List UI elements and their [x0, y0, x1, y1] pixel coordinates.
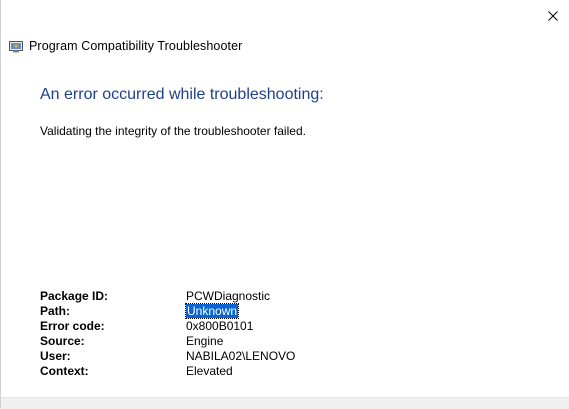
- detail-label: User:: [40, 349, 71, 363]
- detail-row-source: Source: Engine: [40, 334, 295, 349]
- detail-value[interactable]: PCWDiagnostic: [186, 289, 295, 304]
- title-bar: Program Compatibility Troubleshooter: [9, 37, 242, 55]
- detail-label: Source:: [40, 334, 85, 348]
- troubleshooter-icon: [9, 41, 23, 53]
- footer-bar: [1, 397, 569, 409]
- detail-value[interactable]: NABILA02\LENOVO: [186, 349, 295, 364]
- close-button[interactable]: [537, 2, 569, 30]
- detail-label: Context:: [40, 364, 89, 378]
- detail-row-package-id: Package ID: PCWDiagnostic: [40, 289, 295, 304]
- detail-row-user: User: NABILA02\LENOVO: [40, 349, 295, 364]
- detail-label: Path:: [40, 304, 70, 318]
- detail-value[interactable]: 0x800B0101: [186, 319, 295, 334]
- error-details-table: Package ID: PCWDiagnostic Path: Unknown …: [40, 289, 295, 379]
- error-headline: An error occurred while troubleshooting:: [40, 86, 324, 103]
- detail-label: Package ID:: [40, 289, 109, 303]
- detail-value[interactable]: Elevated: [186, 364, 295, 379]
- selected-text[interactable]: Unknown: [184, 303, 240, 319]
- detail-row-path: Path: Unknown: [40, 303, 295, 319]
- close-icon: [548, 11, 558, 21]
- detail-label: Error code:: [40, 319, 105, 333]
- error-message: Validating the integrity of the troubles…: [40, 124, 306, 138]
- detail-value[interactable]: Engine: [186, 334, 295, 349]
- detail-row-context: Context: Elevated: [40, 364, 295, 379]
- troubleshooter-window: Program Compatibility Troubleshooter An …: [0, 0, 569, 409]
- detail-row-error-code: Error code: 0x800B0101: [40, 319, 295, 334]
- detail-value[interactable]: Unknown: [184, 303, 295, 319]
- window-title: Program Compatibility Troubleshooter: [29, 39, 243, 53]
